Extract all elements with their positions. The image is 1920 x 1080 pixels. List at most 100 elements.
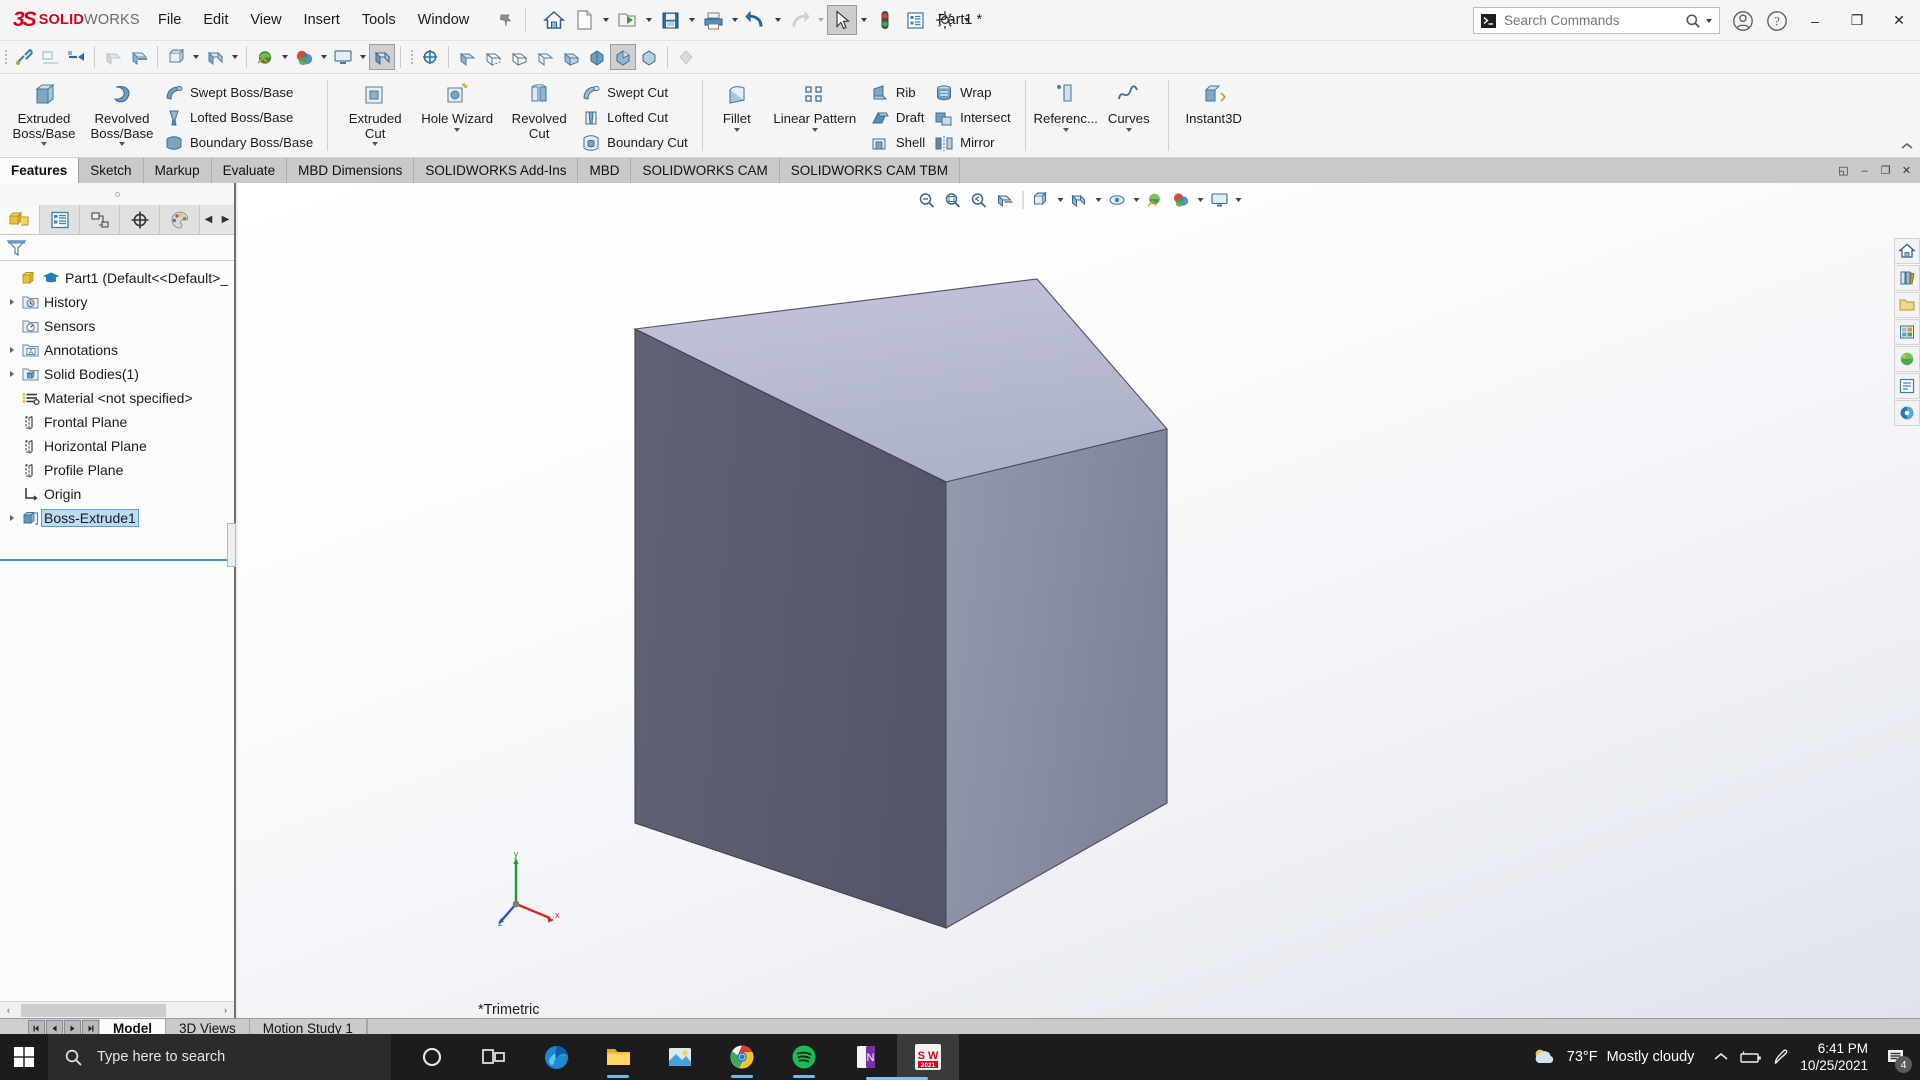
cortana-icon[interactable]: [401, 1034, 463, 1080]
display-style-shaded-icon[interactable]: [100, 44, 126, 70]
model-3d-block[interactable]: [238, 183, 1920, 1018]
menu-insert[interactable]: Insert: [293, 7, 351, 33]
scrollbar-thumb[interactable]: [21, 1004, 166, 1017]
menu-window[interactable]: Window: [407, 7, 481, 33]
tab-solidworks-cam-tbm[interactable]: SOLIDWORKS CAM TBM: [780, 158, 960, 183]
scrollbar-track[interactable]: [17, 1003, 217, 1018]
feature-tree-horizontal-scrollbar[interactable]: ‹ ›: [0, 1001, 234, 1018]
solidworks-app-icon[interactable]: S W2021: [897, 1034, 959, 1080]
wrap-button[interactable]: Wrap: [931, 80, 1017, 105]
fillet-button[interactable]: Fillet: [711, 78, 763, 132]
tree-item-profile-plane[interactable]: Profile Plane: [0, 458, 234, 482]
panel-splitter-handle[interactable]: [227, 523, 236, 567]
lofted-boss-base-button[interactable]: Lofted Boss/Base: [161, 105, 319, 130]
close-window-icon[interactable]: ✕: [1897, 160, 1916, 181]
linear-pattern-dropdown-caret[interactable]: [763, 128, 867, 132]
view-palette-home-icon[interactable]: [1894, 238, 1920, 264]
tree-item-horizontal-plane[interactable]: Horizontal Plane: [0, 434, 234, 458]
reference-geometry-dropdown-caret[interactable]: [1034, 128, 1098, 132]
save-icon[interactable]: [655, 5, 685, 35]
tree-item-sensors[interactable]: Sensors: [0, 314, 234, 338]
tree-item-boss-extrude1[interactable]: Boss-Extrude1: [0, 506, 234, 530]
tab-features[interactable]: Features: [0, 158, 79, 183]
sketch-wrench-icon[interactable]: [11, 44, 37, 70]
save-dropdown-caret[interactable]: [685, 6, 698, 34]
menu-tools[interactable]: Tools: [351, 7, 407, 33]
select-cursor-icon[interactable]: [827, 5, 857, 35]
hidden-lines-visible-icon[interactable]: [480, 44, 506, 70]
windows-start-icon[interactable]: [0, 1034, 48, 1080]
appearance-sphere-icon[interactable]: [252, 44, 278, 70]
menu-edit[interactable]: Edit: [192, 7, 239, 33]
tree-item-frontal-plane[interactable]: Frontal Plane: [0, 410, 234, 434]
undo-dropdown-caret[interactable]: [771, 6, 784, 34]
appearance-caret[interactable]: [278, 43, 291, 71]
apply-scene-caret[interactable]: [317, 43, 330, 71]
configuration-manager-tab[interactable]: [80, 205, 120, 234]
panel-collapse-handle[interactable]: [0, 183, 234, 205]
taskbar-search-box[interactable]: Type here to search: [48, 1034, 391, 1080]
pen-workspace-icon[interactable]: [1766, 1034, 1796, 1080]
shell-button[interactable]: Shell: [867, 130, 931, 155]
shadows-icon[interactable]: [610, 44, 636, 70]
draft-button[interactable]: Draft: [867, 105, 931, 130]
rebuild-icon[interactable]: [870, 5, 900, 35]
pushpin-icon[interactable]: [494, 12, 516, 29]
fillet-dropdown-caret[interactable]: [711, 128, 763, 132]
tab-evaluate[interactable]: Evaluate: [212, 158, 288, 183]
tree-expander[interactable]: [4, 299, 19, 305]
google-chrome-icon[interactable]: [711, 1034, 773, 1080]
tree-expander[interactable]: [4, 371, 19, 377]
shaded-icon[interactable]: [532, 44, 558, 70]
appearances-scenes-icon[interactable]: [1894, 346, 1920, 372]
extruded-cut-dropdown-caret[interactable]: [336, 142, 414, 146]
curves-button[interactable]: Curves: [1098, 78, 1160, 132]
revolved-boss-dropdown-caret[interactable]: [83, 142, 161, 146]
task-view-icon[interactable]: [463, 1034, 525, 1080]
microsoft-edge-icon[interactable]: [525, 1034, 587, 1080]
search-dropdown-caret[interactable]: [1702, 7, 1715, 35]
maximize-button[interactable]: ❐: [1836, 0, 1878, 41]
extruded-boss-base-button[interactable]: ExtrudedBoss/Base: [5, 78, 83, 146]
tab-scroll-left-icon[interactable]: ◀: [200, 205, 217, 235]
tab-mbd[interactable]: MBD: [578, 158, 631, 183]
feature-tree-filter-bar[interactable]: [0, 235, 234, 261]
swept-cut-button[interactable]: Swept Cut: [578, 80, 694, 105]
tree-item-material[interactable]: Material <not specified>: [0, 386, 234, 410]
apply-scene-icon[interactable]: [291, 44, 317, 70]
notification-center-icon[interactable]: 4: [1878, 1034, 1914, 1080]
battery-icon[interactable]: [1736, 1034, 1766, 1080]
search-commands-box[interactable]: [1473, 7, 1720, 34]
design-library-icon[interactable]: [1894, 265, 1920, 291]
hole-wizard-dropdown-caret[interactable]: [414, 128, 500, 132]
new-document-icon[interactable]: [569, 5, 599, 35]
minimize-window-icon[interactable]: –: [1855, 160, 1874, 181]
instant3d-button[interactable]: Instant3D: [1177, 78, 1251, 127]
sketch-relation-icon[interactable]: [63, 44, 89, 70]
lofted-cut-button[interactable]: Lofted Cut: [578, 105, 694, 130]
file-explorer-icon[interactable]: [1894, 292, 1920, 318]
rollback-bar[interactable]: [0, 559, 234, 561]
tab-markup[interactable]: Markup: [144, 158, 212, 183]
section-view-icon[interactable]: [126, 44, 152, 70]
view-palette-icon[interactable]: [1894, 319, 1920, 345]
print-dropdown-caret[interactable]: [728, 6, 741, 34]
intersect-button[interactable]: Intersect: [931, 105, 1017, 130]
swept-boss-base-button[interactable]: Swept Boss/Base: [161, 80, 319, 105]
zoom-to-fit-icon[interactable]: [417, 44, 443, 70]
tree-item-origin[interactable]: Origin: [0, 482, 234, 506]
revolved-cut-button[interactable]: RevolvedCut: [500, 78, 578, 141]
new-document-dropdown-caret[interactable]: [599, 6, 612, 34]
perspective-icon[interactable]: [584, 44, 610, 70]
menu-file[interactable]: File: [147, 7, 192, 33]
taskbar-clock[interactable]: 6:41 PM 10/25/2021: [1796, 1040, 1878, 1074]
file-explorer-icon[interactable]: [587, 1034, 649, 1080]
hidden-lines-removed-icon[interactable]: [506, 44, 532, 70]
tree-expander[interactable]: [4, 515, 19, 521]
model-right-face[interactable]: [946, 429, 1167, 928]
print-icon[interactable]: [698, 5, 728, 35]
chevron-up-icon[interactable]: [1900, 141, 1914, 154]
redo-icon[interactable]: [784, 5, 814, 35]
help-question-icon[interactable]: ?: [1760, 0, 1794, 41]
reference-geometry-button[interactable]: Referenc...: [1034, 78, 1098, 132]
